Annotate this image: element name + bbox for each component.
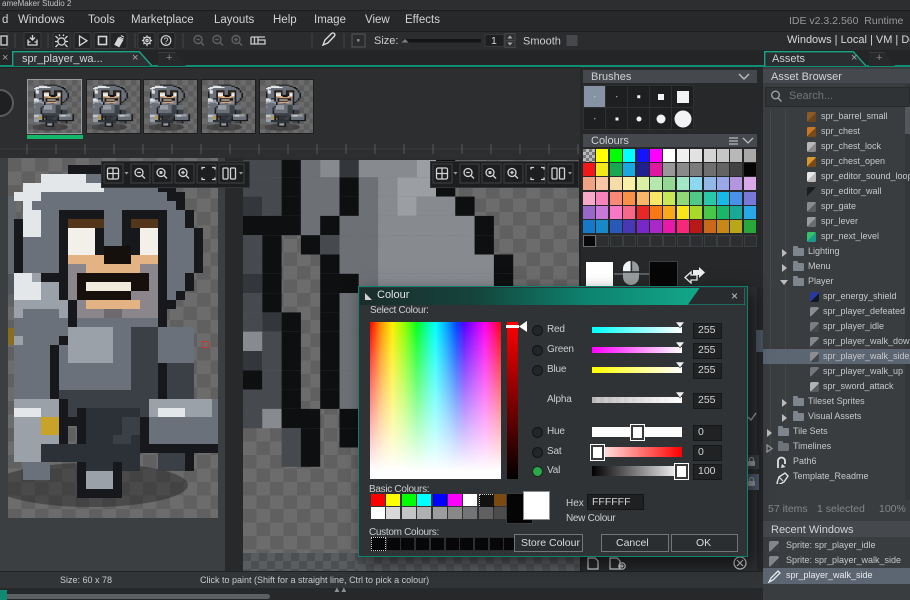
svg-text:1: 1	[491, 35, 497, 47]
svg-text:Size:: Size:	[374, 35, 398, 47]
svg-text:?: ?	[163, 36, 168, 46]
svg-text:Smooth: Smooth	[523, 36, 561, 48]
